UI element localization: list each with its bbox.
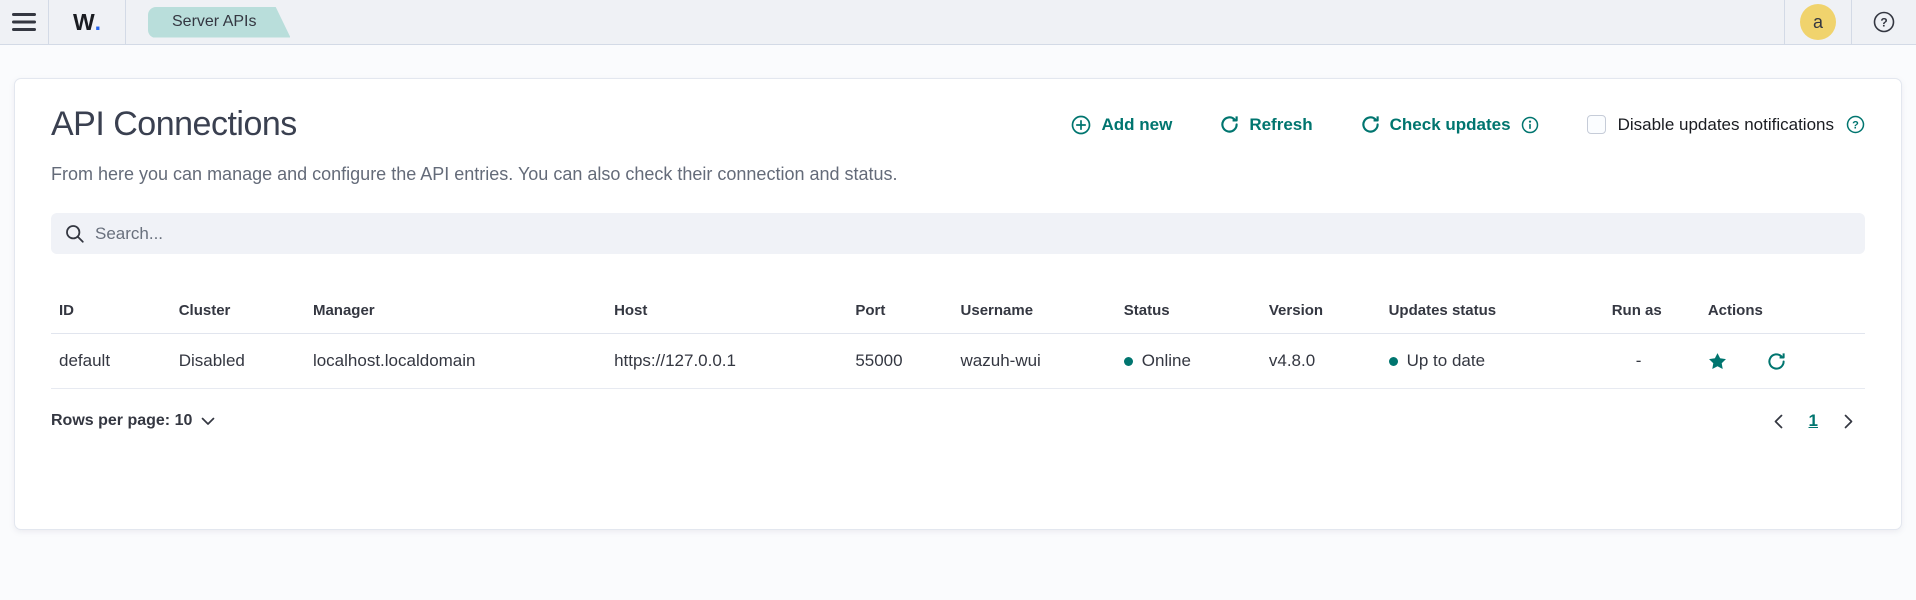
cell-version: v4.8.0: [1261, 334, 1381, 389]
plus-circle-icon: [1071, 115, 1091, 135]
svg-text:?: ?: [1880, 16, 1887, 30]
search-input[interactable]: [95, 224, 1851, 244]
wazuh-logo[interactable]: W.: [49, 0, 125, 44]
check-connection-button[interactable]: [1767, 352, 1786, 371]
disable-updates-label: Disable updates notifications: [1618, 115, 1834, 135]
svg-text:?: ?: [1852, 120, 1859, 132]
column-header-status: Status: [1116, 292, 1261, 334]
table-row: default Disabled localhost.localdomain h…: [51, 334, 1865, 389]
refresh-button[interactable]: Refresh: [1220, 115, 1312, 135]
rows-per-page-selector[interactable]: Rows per page: 10: [51, 412, 215, 430]
add-new-button[interactable]: Add new: [1071, 115, 1172, 135]
help-container: ?: [1852, 0, 1916, 44]
disable-updates-checkbox-row: Disable updates notifications ?: [1587, 115, 1865, 135]
user-avatar[interactable]: a: [1800, 4, 1836, 40]
column-header-run-as: Run as: [1604, 292, 1700, 334]
question-circle-icon[interactable]: ?: [1846, 115, 1865, 134]
cell-manager: localhost.localdomain: [305, 334, 606, 389]
breadcrumb-tab-label: Server APIs: [172, 13, 256, 31]
cell-cluster: Disabled: [171, 334, 305, 389]
hamburger-menu-icon: [12, 13, 36, 31]
question-circle-icon: ?: [1873, 11, 1895, 33]
cell-id: default: [51, 334, 171, 389]
cell-actions: [1700, 334, 1865, 389]
check-updates-button[interactable]: Check updates: [1361, 115, 1539, 135]
search-bar: [51, 213, 1865, 254]
refresh-icon: [1767, 352, 1786, 371]
column-header-version: Version: [1261, 292, 1381, 334]
avatar-initial: a: [1813, 12, 1823, 33]
rows-per-page-label: Rows per page: 10: [51, 412, 192, 430]
column-header-updates-status: Updates status: [1381, 292, 1604, 334]
menu-button[interactable]: [0, 0, 48, 44]
panel-header: API Connections Add new: [51, 105, 1865, 144]
column-header-host: Host: [606, 292, 847, 334]
divider: [125, 0, 126, 44]
header-actions: Add new Refresh Check: [1071, 115, 1865, 135]
column-header-cluster: Cluster: [171, 292, 305, 334]
topbar-spacer: [290, 0, 1784, 44]
updates-status-dot: [1389, 357, 1398, 366]
updates-status-label: Up to date: [1407, 351, 1485, 371]
add-new-label: Add new: [1101, 115, 1172, 135]
page-number-1[interactable]: 1: [1809, 411, 1818, 431]
api-connections-panel: API Connections Add new: [14, 78, 1902, 530]
page-description: From here you can manage and configure t…: [51, 164, 1865, 185]
star-icon: [1708, 352, 1727, 371]
cell-port: 55000: [847, 334, 952, 389]
cell-updates-status: Up to date: [1381, 334, 1604, 389]
set-default-button[interactable]: [1708, 352, 1727, 371]
table-header-row: ID Cluster Manager Host Port Username St…: [51, 292, 1865, 334]
chevron-down-icon: [201, 417, 215, 426]
chevron-right-icon: [1844, 414, 1853, 429]
column-header-actions: Actions: [1700, 292, 1865, 334]
cell-host: https://127.0.0.1: [606, 334, 847, 389]
disable-updates-checkbox[interactable]: [1587, 115, 1606, 134]
api-connections-table: ID Cluster Manager Host Port Username St…: [51, 292, 1865, 389]
logo-text: W: [73, 9, 95, 36]
top-navigation-bar: W. Server APIs a ?: [0, 0, 1916, 45]
cell-username: wazuh-wui: [953, 334, 1116, 389]
search-icon: [65, 224, 85, 244]
refresh-icon: [1220, 115, 1239, 134]
refresh-icon: [1361, 115, 1380, 134]
table-footer: Rows per page: 10 1: [51, 411, 1865, 431]
pagination: 1: [1774, 411, 1865, 431]
avatar-container: a: [1785, 0, 1851, 44]
column-header-id: ID: [51, 292, 171, 334]
info-circle-icon: [1521, 116, 1539, 134]
previous-page-button[interactable]: [1774, 414, 1783, 429]
chevron-left-icon: [1774, 414, 1783, 429]
help-button[interactable]: ?: [1873, 11, 1895, 33]
status-online-dot: [1124, 357, 1133, 366]
cell-status: Online: [1116, 334, 1261, 389]
column-header-port: Port: [847, 292, 952, 334]
logo-dot: .: [95, 9, 101, 36]
cell-run-as: -: [1604, 334, 1700, 389]
column-header-manager: Manager: [305, 292, 606, 334]
page-title: API Connections: [51, 105, 297, 144]
status-label: Online: [1142, 351, 1191, 371]
column-header-username: Username: [953, 292, 1116, 334]
refresh-label: Refresh: [1249, 115, 1312, 135]
check-updates-label: Check updates: [1390, 115, 1511, 135]
breadcrumb-tab-server-apis[interactable]: Server APIs: [148, 7, 290, 38]
next-page-button[interactable]: [1844, 414, 1853, 429]
